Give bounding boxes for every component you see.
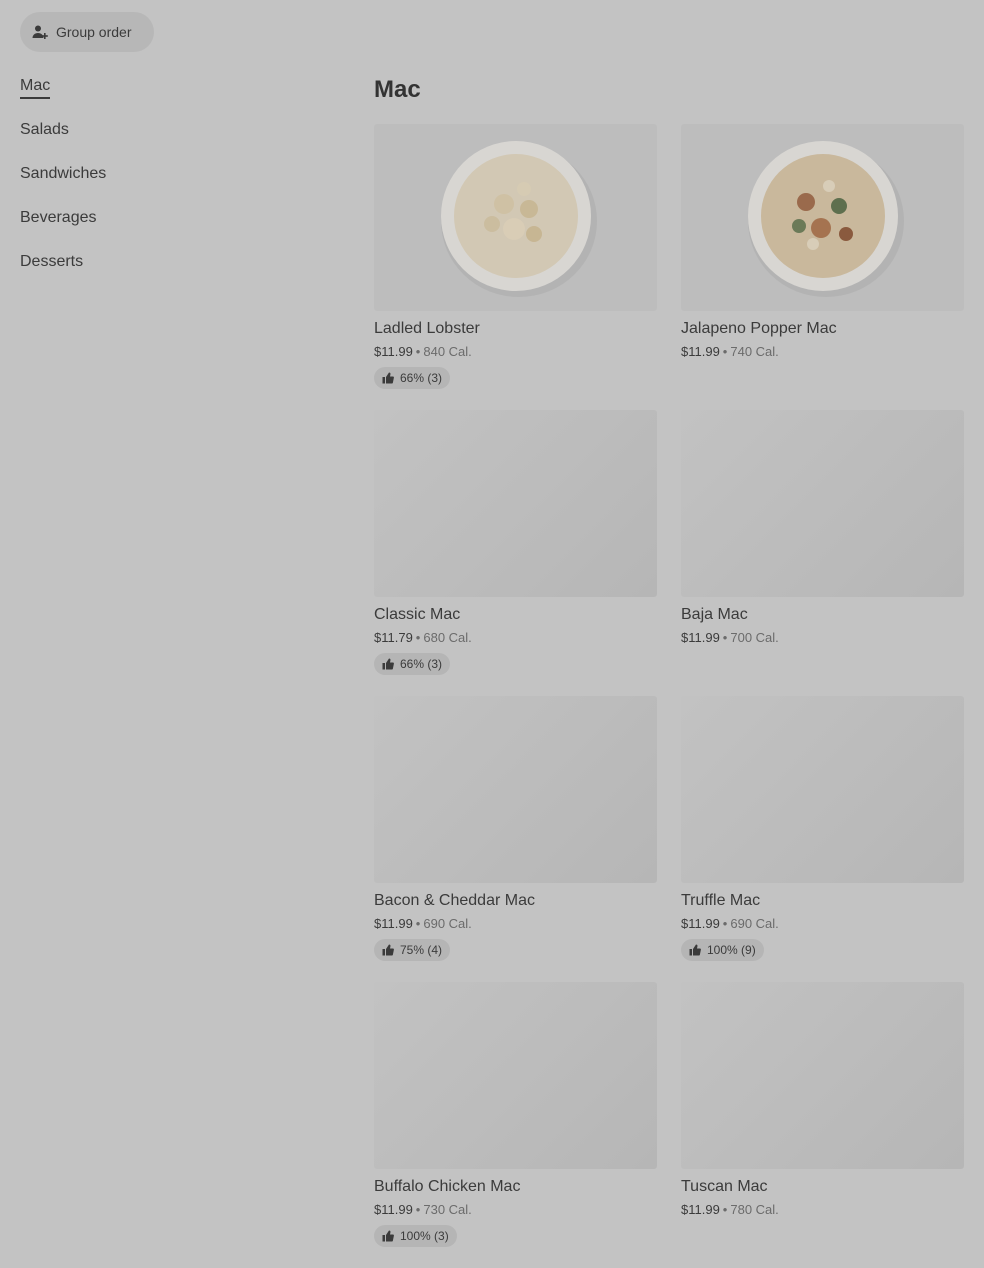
nav-item-salads[interactable]: Salads [20,118,106,162]
item-calories: 780 Cal. [730,1202,779,1217]
item-calories: 690 Cal. [730,916,779,931]
menu-item-card[interactable]: Baja Mac $11.99 • 700 Cal. [681,410,964,696]
item-photo-placeholder [681,410,964,597]
thumbs-up-icon [382,372,394,384]
thumbs-up-icon [382,658,394,670]
item-name: Ladled Lobster [374,320,480,337]
item-price: $11.99 [374,916,413,931]
item-name: Jalapeno Popper Mac [681,320,837,337]
rating-badge: 66% (3) [374,653,451,675]
item-name: Buffalo Chicken Mac [374,1178,521,1195]
menu-item-card[interactable]: Jalapeno Popper Mac $11.99 • 740 Cal. [681,124,964,410]
item-photo-placeholder [374,410,657,597]
menu-grid: Ladled Lobster $11.99•840 Cal. 66% (3) [374,124,964,1268]
menu-item-card[interactable]: Buffalo Chicken Mac $11.99 • 730 Cal. 100%… [374,982,657,1268]
nav-item-sandwiches[interactable]: Sandwiches [20,162,106,206]
menu-item-card[interactable]: Truffle Mac $11.99 • 690 Cal. 100% (9) [681,696,964,982]
item-meta: $11.79 • 680 Cal. [374,629,657,647]
item-photo-placeholder [681,982,964,1169]
item-meta: $11.99 • 690 Cal. [374,915,657,933]
item-photo-placeholder [681,696,964,883]
group-order-button[interactable]: Group order [20,12,154,52]
menu-item-card[interactable]: Ladled Lobster $11.99 • 840 Cal. 66% (3) [374,124,657,410]
rating-text: 75% (4) [400,943,443,957]
rating-badge: 100% (9) [681,939,764,961]
item-meta: $11.99 • 730 Cal. [374,1201,657,1219]
section-title: Mac [374,76,421,103]
item-price: $11.99 [681,1202,720,1217]
thumbs-up-icon [382,944,394,956]
item-photo-placeholder [374,982,657,1169]
menu-item-card[interactable]: Tuscan Mac $11.99 • 780 Cal. [681,982,964,1268]
item-calories: 690 Cal. [423,916,472,931]
nav-item-mac[interactable]: Mac [20,74,106,118]
meta-separator: • [722,916,728,931]
item-meta: $11.99 • 740 Cal. [681,343,964,361]
item-price: $11.99 [681,916,720,931]
item-calories: 730 Cal. [423,1202,472,1217]
meta-separator: • [415,916,421,931]
rating-badge: 75% (4) [374,939,451,961]
nav-item-desserts[interactable]: Desserts [20,250,106,294]
item-calories: 740 Cal. [730,344,779,359]
item-photo [374,124,657,311]
meta-separator: • [722,630,728,645]
item-name: Bacon & Cheddar Mac [374,892,535,909]
rating-text: 100% (3) [400,1229,449,1243]
meta-separator: • [415,1202,421,1217]
thumbs-up-icon [382,1230,394,1242]
item-calories: 680 Cal. [423,630,472,645]
meta-separator: • [415,344,421,359]
item-photo-placeholder [374,696,657,883]
rating-text: 100% (9) [707,943,756,957]
rating-text: 66% (3) [400,371,443,385]
group-order-label: Group order [56,24,132,40]
item-photo [681,124,964,311]
item-price: $11.79 [374,630,413,645]
item-price: $11.99 [374,344,413,359]
item-meta: $11.99 • 700 Cal. [681,629,964,647]
meta-separator: • [722,344,728,359]
item-meta: $11.99 • 690 Cal. [681,915,964,933]
item-meta: $11.99 • 780 Cal. [681,1201,964,1219]
rating-text: 66% (3) [400,657,443,671]
thumbs-up-icon [689,944,701,956]
add-person-icon [32,25,48,39]
meta-separator: • [722,1202,728,1217]
item-name: Truffle Mac [681,892,761,909]
item-price: $11.99 [681,630,720,645]
item-meta: $11.99 • 840 Cal. [374,343,657,361]
rating-badge: 66% (3) [374,367,451,389]
item-calories: 840 Cal. [423,344,472,359]
item-calories: 700 Cal. [730,630,779,645]
item-name: Tuscan Mac [681,1178,768,1195]
rating-badge: 100% (3) [374,1225,457,1247]
category-nav: Mac Salads Sandwiches Beverages Desserts [20,74,106,294]
meta-separator: • [415,630,421,645]
item-name: Classic Mac [374,606,461,623]
menu-item-card[interactable]: Classic Mac $11.79 • 680 Cal. 66% (3) [374,410,657,696]
menu-item-card[interactable]: Bacon & Cheddar Mac $11.99 • 690 Cal. 75% … [374,696,657,982]
item-name: Baja Mac [681,606,748,623]
item-price: $11.99 [681,344,720,359]
nav-item-beverages[interactable]: Beverages [20,206,106,250]
item-price: $11.99 [374,1202,413,1217]
